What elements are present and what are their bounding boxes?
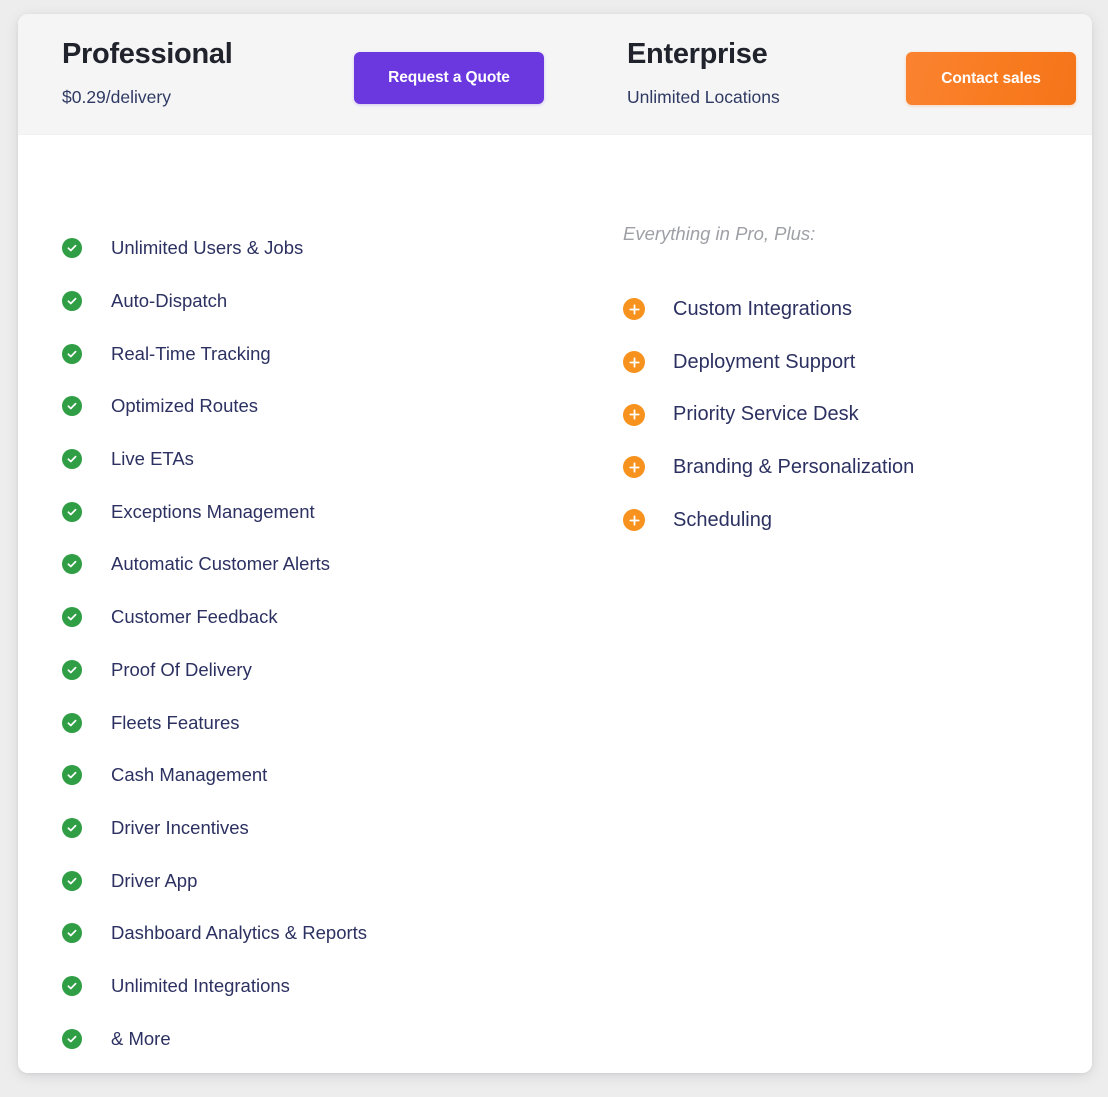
feature-label: Custom Integrations xyxy=(673,297,852,320)
feature-label: Customer Feedback xyxy=(111,606,278,628)
check-circle-icon xyxy=(62,923,82,944)
feature-item: Dashboard Analytics & Reports xyxy=(62,907,367,960)
feature-label: Driver Incentives xyxy=(111,816,249,838)
feature-label: Fleets Features xyxy=(111,711,240,733)
plus-circle-icon xyxy=(623,456,645,479)
pricing-card: Professional $0.29/delivery Request a Qu… xyxy=(18,14,1092,1073)
check-circle-icon xyxy=(62,291,82,312)
check-circle-icon xyxy=(62,975,82,996)
feature-item: Exceptions Management xyxy=(62,485,367,538)
feature-label: Proof Of Delivery xyxy=(111,658,252,680)
feature-item: Fleets Features xyxy=(62,696,367,749)
feature-item: Unlimited Users & Jobs xyxy=(62,222,367,275)
check-circle-icon xyxy=(62,501,82,522)
feature-item: Live ETAs xyxy=(62,433,367,486)
feature-item: Automatic Customer Alerts xyxy=(62,538,367,591)
contact-sales-button[interactable]: Contact sales xyxy=(906,52,1076,105)
features-body: Unlimited Users & Jobs Auto-Dispatch Real-… xyxy=(18,135,1092,1073)
plan-title-professional: Professional xyxy=(62,38,233,70)
feature-label: Live ETAs xyxy=(111,448,194,470)
feature-label: Unlimited Integrations xyxy=(111,974,290,996)
feature-item: Scheduling xyxy=(623,494,914,547)
feature-label: Unlimited Users & Jobs xyxy=(111,237,304,259)
feature-item: Driver App xyxy=(62,854,367,907)
check-circle-icon xyxy=(62,449,82,470)
plus-circle-icon xyxy=(623,351,645,374)
check-circle-icon xyxy=(62,396,82,417)
plus-circle-icon xyxy=(623,403,645,426)
enterprise-feature-list: Custom Integrations Deployment Support Pri… xyxy=(623,283,914,546)
check-circle-icon xyxy=(62,238,82,259)
feature-label: Scheduling xyxy=(673,508,772,531)
feature-item: Unlimited Integrations xyxy=(62,960,367,1013)
pricing-comparison-page: Professional $0.29/delivery Request a Qu… xyxy=(0,0,1108,1097)
feature-label: Priority Service Desk xyxy=(673,403,859,426)
feature-label: Optimized Routes xyxy=(111,395,259,417)
feature-label: Dashboard Analytics & Reports xyxy=(111,922,368,944)
plan-header-enterprise: Enterprise Unlimited Locations Contact s… xyxy=(627,14,1092,135)
plus-circle-icon xyxy=(623,509,645,532)
feature-item: Proof Of Delivery xyxy=(62,644,367,697)
plans-header: Professional $0.29/delivery Request a Qu… xyxy=(18,14,1092,135)
feature-label: Auto-Dispatch xyxy=(111,290,228,312)
feature-label: Branding & Personalization xyxy=(673,455,915,478)
plan-header-professional: Professional $0.29/delivery Request a Qu… xyxy=(62,14,627,135)
request-a-quote-button[interactable]: Request a Quote xyxy=(354,52,544,104)
feature-item: Real-Time Tracking xyxy=(62,327,367,380)
feature-label: & More xyxy=(111,1027,171,1049)
feature-label: Driver App xyxy=(111,869,198,891)
feature-item: Custom Integrations xyxy=(623,283,914,336)
feature-item: Driver Incentives xyxy=(62,802,367,855)
check-circle-icon xyxy=(62,607,82,628)
check-circle-icon xyxy=(62,659,82,680)
feature-item: & More xyxy=(62,1012,367,1065)
check-circle-icon xyxy=(62,870,82,891)
feature-item: Auto-Dispatch xyxy=(62,275,367,328)
plan-price-professional: $0.29/delivery xyxy=(62,87,171,107)
feature-label: Real-Time Tracking xyxy=(111,342,271,364)
feature-item: Optimized Routes xyxy=(62,380,367,433)
plus-circle-icon xyxy=(623,298,645,321)
everything-in-pro-note: Everything in Pro, Plus: xyxy=(623,223,816,244)
feature-item: Cash Management xyxy=(62,749,367,802)
feature-label: Deployment Support xyxy=(673,350,856,373)
check-circle-icon xyxy=(62,1028,82,1049)
check-circle-icon xyxy=(62,712,82,733)
check-circle-icon xyxy=(62,343,82,364)
check-circle-icon xyxy=(62,554,82,575)
professional-feature-list: Unlimited Users & Jobs Auto-Dispatch Real-… xyxy=(62,222,367,1065)
check-circle-icon xyxy=(62,817,82,838)
check-circle-icon xyxy=(62,765,82,786)
plan-locations-enterprise: Unlimited Locations xyxy=(627,87,780,107)
feature-label: Cash Management xyxy=(111,764,268,786)
plan-title-enterprise: Enterprise xyxy=(627,38,768,70)
feature-label: Automatic Customer Alerts xyxy=(111,553,330,575)
feature-item: Customer Feedback xyxy=(62,591,367,644)
feature-item: Deployment Support xyxy=(623,336,914,389)
feature-item: Branding & Personalization xyxy=(623,441,914,494)
feature-item: Priority Service Desk xyxy=(623,388,914,441)
feature-label: Exceptions Management xyxy=(111,500,315,522)
